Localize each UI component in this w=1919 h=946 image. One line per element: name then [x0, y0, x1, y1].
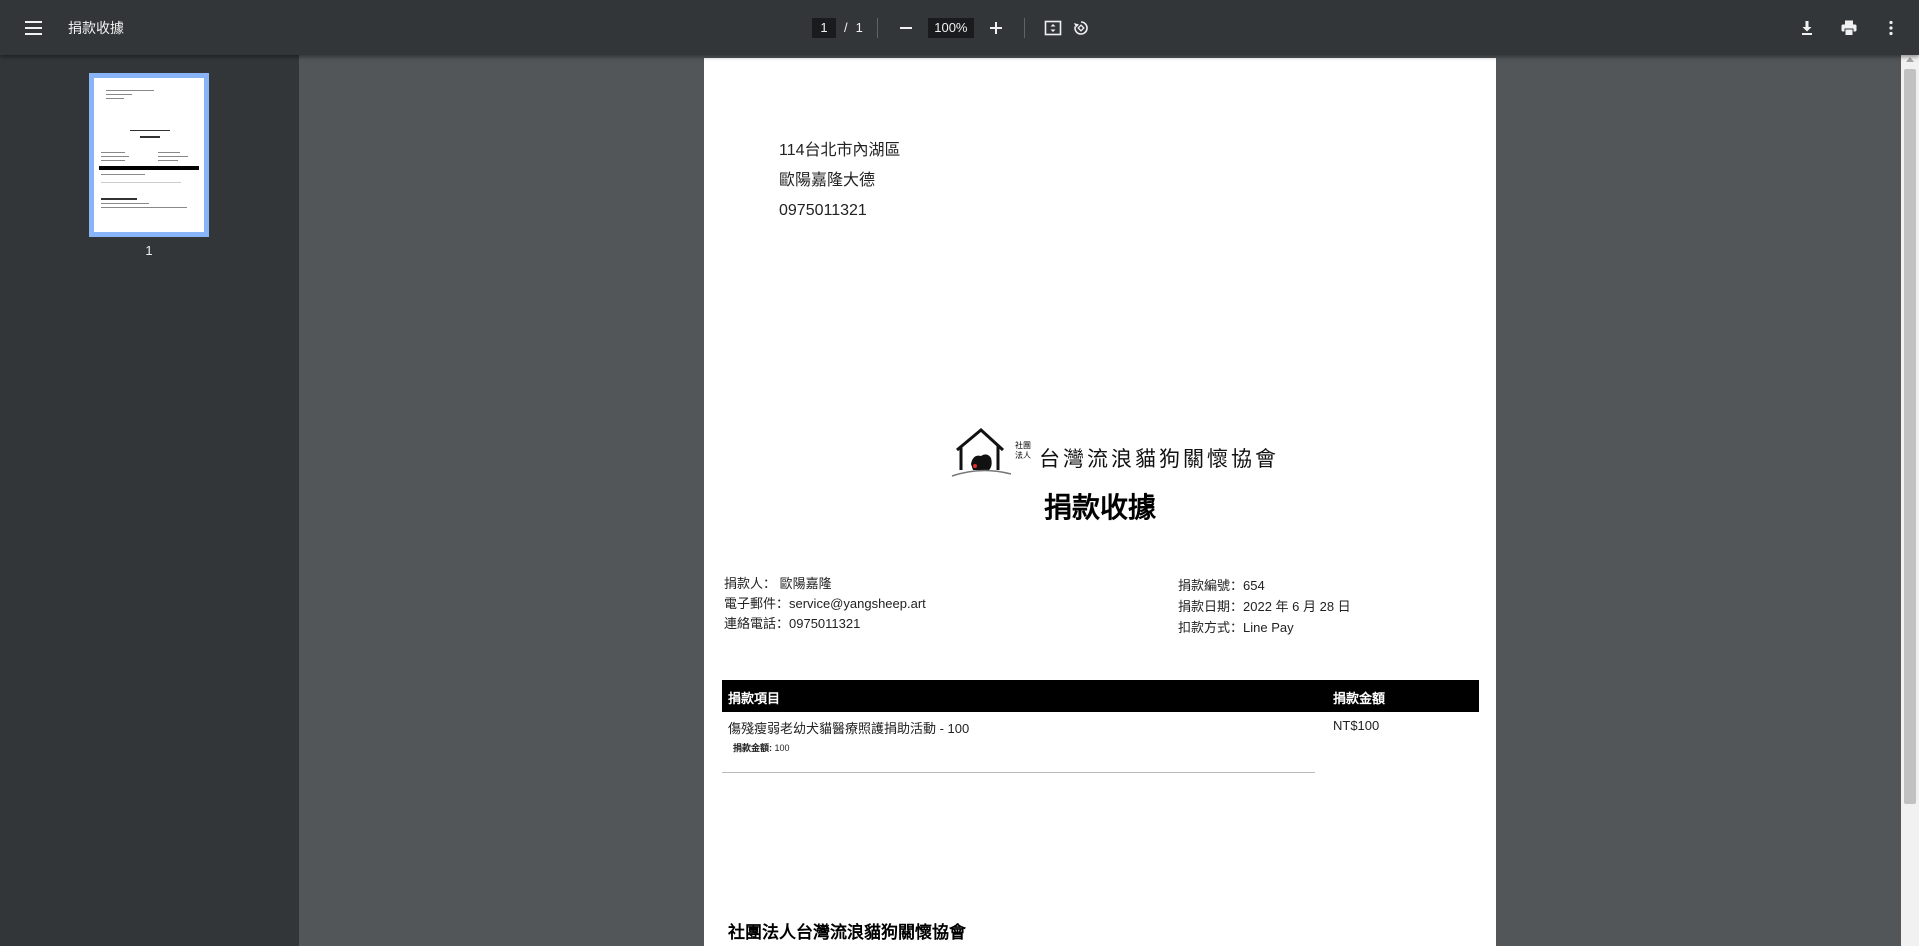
item-detail-label: 捐款金額: — [733, 743, 772, 753]
page-thumbnail[interactable] — [89, 73, 209, 237]
minus-icon — [899, 26, 912, 29]
zoom-input[interactable] — [927, 17, 974, 38]
more-options-button[interactable] — [1877, 14, 1905, 42]
house-pet-logo-icon — [951, 428, 1012, 477]
donation-item-detail: 捐款金額: 100 — [733, 741, 790, 754]
receipt-title: 捐款收據 — [1043, 492, 1156, 523]
document-viewer: 114台北市內湖區 歐陽嘉隆大德 0975011321 社團法人 台灣流浪貓狗關… — [299, 55, 1901, 946]
download-icon — [1802, 20, 1812, 35]
page-controls: / 1 — [812, 0, 1095, 55]
logo-small-text: 社團法人 — [1015, 441, 1031, 460]
page-number-input[interactable] — [812, 17, 836, 38]
toolbar-divider — [876, 17, 878, 38]
organization-name: 社團法人台灣流浪貓狗關懷協會 — [728, 923, 966, 942]
table-row-divider — [722, 772, 1315, 773]
thumbnail-sidebar: 1 — [0, 55, 299, 946]
payment-method: 扣款方式：Line Pay — [1178, 620, 1294, 635]
pdf-page: 114台北市內湖區 歐陽嘉隆大德 0975011321 社團法人 台灣流浪貓狗關… — [704, 58, 1496, 946]
donation-item-amount: NT$100 — [1333, 718, 1380, 733]
column-amount: 捐款金額 — [1333, 691, 1386, 706]
recipient-name: 歐陽嘉隆大德 — [779, 172, 876, 189]
column-item: 捐款項目 — [728, 691, 781, 706]
fit-page-button[interactable] — [1039, 14, 1067, 42]
logo-text: 台灣流浪貓狗關懷協會 — [1039, 447, 1279, 471]
donation-date: 捐款日期：2022 年 6 月 28 日 — [1178, 599, 1351, 614]
recipient-address: 114台北市內湖區 歐陽嘉隆大德 0975011321 — [779, 136, 901, 226]
pdf-toolbar: 捐款收據 / 1 — [0, 0, 1919, 55]
menu-icon[interactable] — [20, 15, 46, 41]
page-total: 1 — [855, 20, 863, 35]
rotate-icon — [1073, 20, 1088, 35]
item-detail-value: 100 — [774, 743, 790, 753]
print-button[interactable] — [1835, 14, 1863, 42]
recipient-phone: 0975011321 — [779, 202, 867, 219]
page-separator: / — [844, 20, 848, 35]
download-button[interactable] — [1793, 14, 1821, 42]
zoom-in-button[interactable] — [982, 14, 1010, 42]
donor-info: 捐款人： 歐陽嘉隆 電子郵件：service@yangsheep.art 連絡電… — [724, 574, 926, 634]
zoom-out-button[interactable] — [892, 14, 920, 42]
donation-table-header: 捐款項目 捐款金額 — [722, 680, 1479, 712]
plus-icon — [989, 21, 1002, 34]
donor-name: 捐款人： 歐陽嘉隆 — [724, 576, 832, 591]
donation-meta: 捐款編號：654 捐款日期：2022 年 6 月 28 日 扣款方式：Line … — [1178, 575, 1351, 638]
scroll-up-arrow-icon[interactable] — [1906, 57, 1914, 62]
scrollbar-thumb[interactable] — [1904, 69, 1916, 804]
donation-item-name: 傷殘瘦弱老幼犬貓醫療照護捐助活動 - 100 — [728, 721, 970, 736]
vertical-scrollbar[interactable] — [1901, 55, 1919, 946]
organization-logo: 社團法人 台灣流浪貓狗關懷協會 — [951, 426, 1276, 480]
more-vert-icon — [1889, 20, 1893, 35]
donor-email: 電子郵件：service@yangsheep.art — [724, 596, 926, 611]
donation-number: 捐款編號：654 — [1178, 578, 1265, 593]
donor-phone: 連絡電話：0975011321 — [724, 616, 861, 631]
rotate-button[interactable] — [1067, 14, 1095, 42]
printer-icon — [1841, 20, 1857, 36]
address-line: 114台北市內湖區 — [779, 142, 901, 159]
document-title: 捐款收據 — [68, 19, 124, 36]
fit-to-page-icon — [1044, 20, 1062, 35]
toolbar-divider — [1023, 17, 1025, 38]
thumbnail-page-number: 1 — [145, 243, 153, 258]
